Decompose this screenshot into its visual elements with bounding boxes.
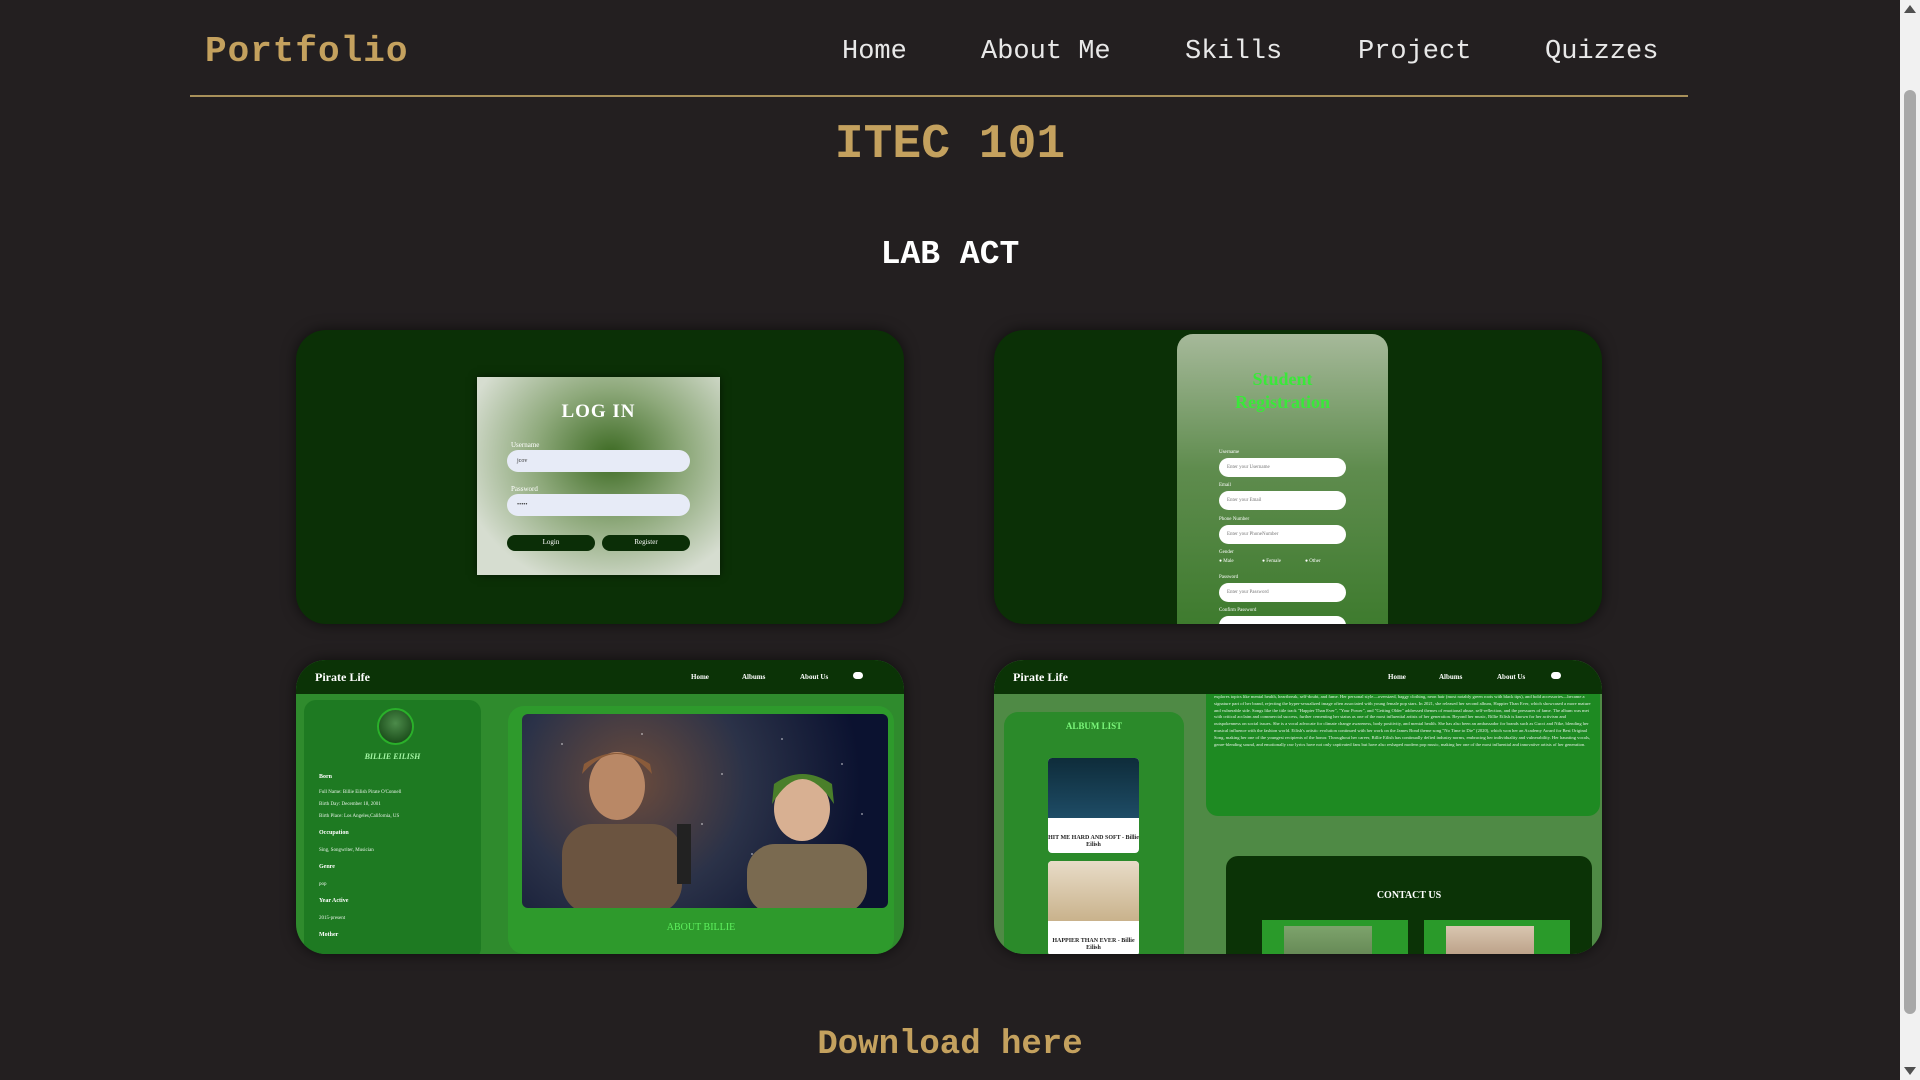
username-label: Username [511, 441, 540, 449]
album-card-hit-me-hard: HIT ME HARD AND SOFT - Billie Eilish [1048, 758, 1139, 853]
registration-title-line2: Registration [1235, 392, 1330, 412]
album-cover-image [1048, 758, 1139, 818]
username-field: jcov [507, 450, 690, 472]
mini-nav-about-us: About Us [800, 673, 829, 681]
bio-full-name: Full Name: Billie Eilish Pirate O'Connel… [319, 790, 402, 795]
reg-phone-label: Phone Number [1219, 517, 1250, 522]
brand-logo[interactable]: Portfolio [205, 31, 408, 72]
concert-video-thumbnail [522, 714, 888, 908]
login-title: LOG IN [561, 401, 636, 422]
login-form-preview: LOG IN Username jcov Password ••••• Logi… [477, 377, 720, 575]
album-card-happier-than-ever: HAPPIER THAN EVER - Billie Eilish [1048, 861, 1139, 954]
artist-name: BILLIE EILISH [364, 752, 421, 761]
contact-title: CONTACT US [1376, 890, 1442, 901]
reg-confirm-input [1219, 616, 1346, 624]
bio-years: 2015-present [319, 916, 346, 921]
album-list-panel: ALBUM LIST HIT ME HARD AND SOFT - Billie… [1004, 712, 1184, 954]
register-button: Register [602, 535, 690, 551]
album-list-title: ALBUM LIST [1065, 721, 1123, 731]
bio-genre: pop [319, 882, 327, 887]
login-button: Login [507, 535, 595, 551]
mini-site-logo-2: Pirate Life [1013, 670, 1068, 684]
project-card-pirate-life-albums[interactable]: explores topics like mental health, hear… [994, 660, 1602, 954]
video-panel: ABOUT BILLIE [508, 706, 894, 954]
contact-photo [1284, 926, 1372, 954]
project-card-pirate-life-about[interactable]: Pirate Life Home Albums About Us BILLIE … [296, 660, 904, 954]
bio-birth-day: Birth Day: December 18, 2001 [319, 802, 381, 807]
reg-email-label: Email [1219, 483, 1231, 488]
about-caption: ABOUT BILLIE [666, 922, 736, 933]
nav-link-quizzes[interactable]: Quizzes [1545, 37, 1658, 67]
album-cover-image [1048, 861, 1139, 921]
mini-site-nav-2: Pirate Life Home Albums About Us [994, 660, 1602, 694]
bio-genre-head: Genre [319, 864, 335, 870]
nav-link-about-me[interactable]: About Me [981, 37, 1111, 67]
mini-nav-albums: Albums [742, 673, 766, 681]
contact-card [1262, 920, 1408, 954]
bio-birth-place: Birth Place: Los Angeles,California, US [319, 814, 400, 819]
reg-username-label: Username [1219, 450, 1240, 455]
concert-scene-illustration [561, 733, 867, 908]
section-title: ITEC 101 [834, 118, 1066, 172]
mini-nav-about-us-2: About Us [1497, 673, 1526, 681]
scroll-thumb[interactable] [1904, 90, 1916, 1014]
vertical-scrollbar[interactable] [1900, 0, 1920, 1080]
mini-nav-albums-2: Albums [1439, 673, 1463, 681]
album-caption: HIT ME HARD AND SOFT - Billie Eilish [1048, 835, 1139, 848]
download-link[interactable]: Download here [0, 1026, 1900, 1064]
project-card-login[interactable]: LOG IN Username jcov Password ••••• Logi… [296, 330, 904, 624]
theme-toggle-icon-2 [1551, 672, 1561, 679]
registration-title-line1: Student [1252, 369, 1313, 389]
reg-username-input: Enter your Username [1219, 458, 1346, 477]
scroll-down-arrow-icon[interactable] [1904, 1067, 1916, 1075]
reg-phone-input: Enter your PhoneNumber [1219, 525, 1346, 544]
page: Portfolio Home About Me Skills Project Q… [0, 0, 1900, 1080]
password-label: Password [511, 485, 538, 493]
password-field: ••••• [507, 494, 690, 516]
registration-form-preview: Student Registration Username Enter your… [1177, 334, 1388, 624]
registration-title: Student Registration [1177, 368, 1388, 414]
artist-bio-panel: BILLIE EILISH Born Full Name: Billie Eil… [304, 700, 481, 954]
artist-avatar [377, 708, 414, 745]
about-text-block: explores topics like mental health, hear… [1206, 688, 1600, 816]
bio-occupation: Sing, Songwriter, Musician [319, 848, 374, 853]
contact-card [1424, 920, 1570, 954]
contact-section: CONTACT US [1226, 856, 1592, 954]
reg-password-input: Enter your Password [1219, 583, 1346, 602]
reg-gender-label: Gender [1219, 550, 1234, 555]
section-subtitle: LAB ACT [880, 236, 1020, 273]
nav-link-skills[interactable]: Skills [1185, 37, 1282, 67]
mini-nav-home: Home [691, 673, 709, 681]
reg-email-input: Enter your Email [1219, 491, 1346, 510]
bio-born-head: Born [319, 774, 333, 780]
nav-link-home[interactable]: Home [842, 37, 907, 67]
reg-confirm-label: Confirm Password [1219, 608, 1257, 613]
album-caption: HAPPIER THAN EVER - Billie Eilish [1052, 938, 1135, 951]
mini-site-logo: Pirate Life [315, 670, 370, 684]
radio-female: ● Female [1262, 559, 1281, 564]
scroll-up-arrow-icon[interactable] [1904, 5, 1916, 13]
bio-years-head: Year Active [319, 898, 349, 904]
project-card-registration[interactable]: Student Registration Username Enter your… [994, 330, 1602, 624]
navbar: Portfolio Home About Me Skills Project Q… [190, 0, 1688, 97]
bio-mother-head: Mother [319, 932, 339, 938]
nav-link-project[interactable]: Project [1358, 37, 1471, 67]
reg-password-label: Password [1219, 575, 1239, 580]
bio-occupation-head: Occupation [319, 830, 349, 836]
radio-other: ● Other [1305, 559, 1321, 564]
contact-photo [1446, 926, 1534, 954]
radio-male: ● Male [1219, 559, 1234, 564]
theme-toggle-icon [853, 672, 863, 679]
mini-nav-home-2: Home [1388, 673, 1406, 681]
mini-site-nav: Pirate Life Home Albums About Us [296, 660, 904, 694]
